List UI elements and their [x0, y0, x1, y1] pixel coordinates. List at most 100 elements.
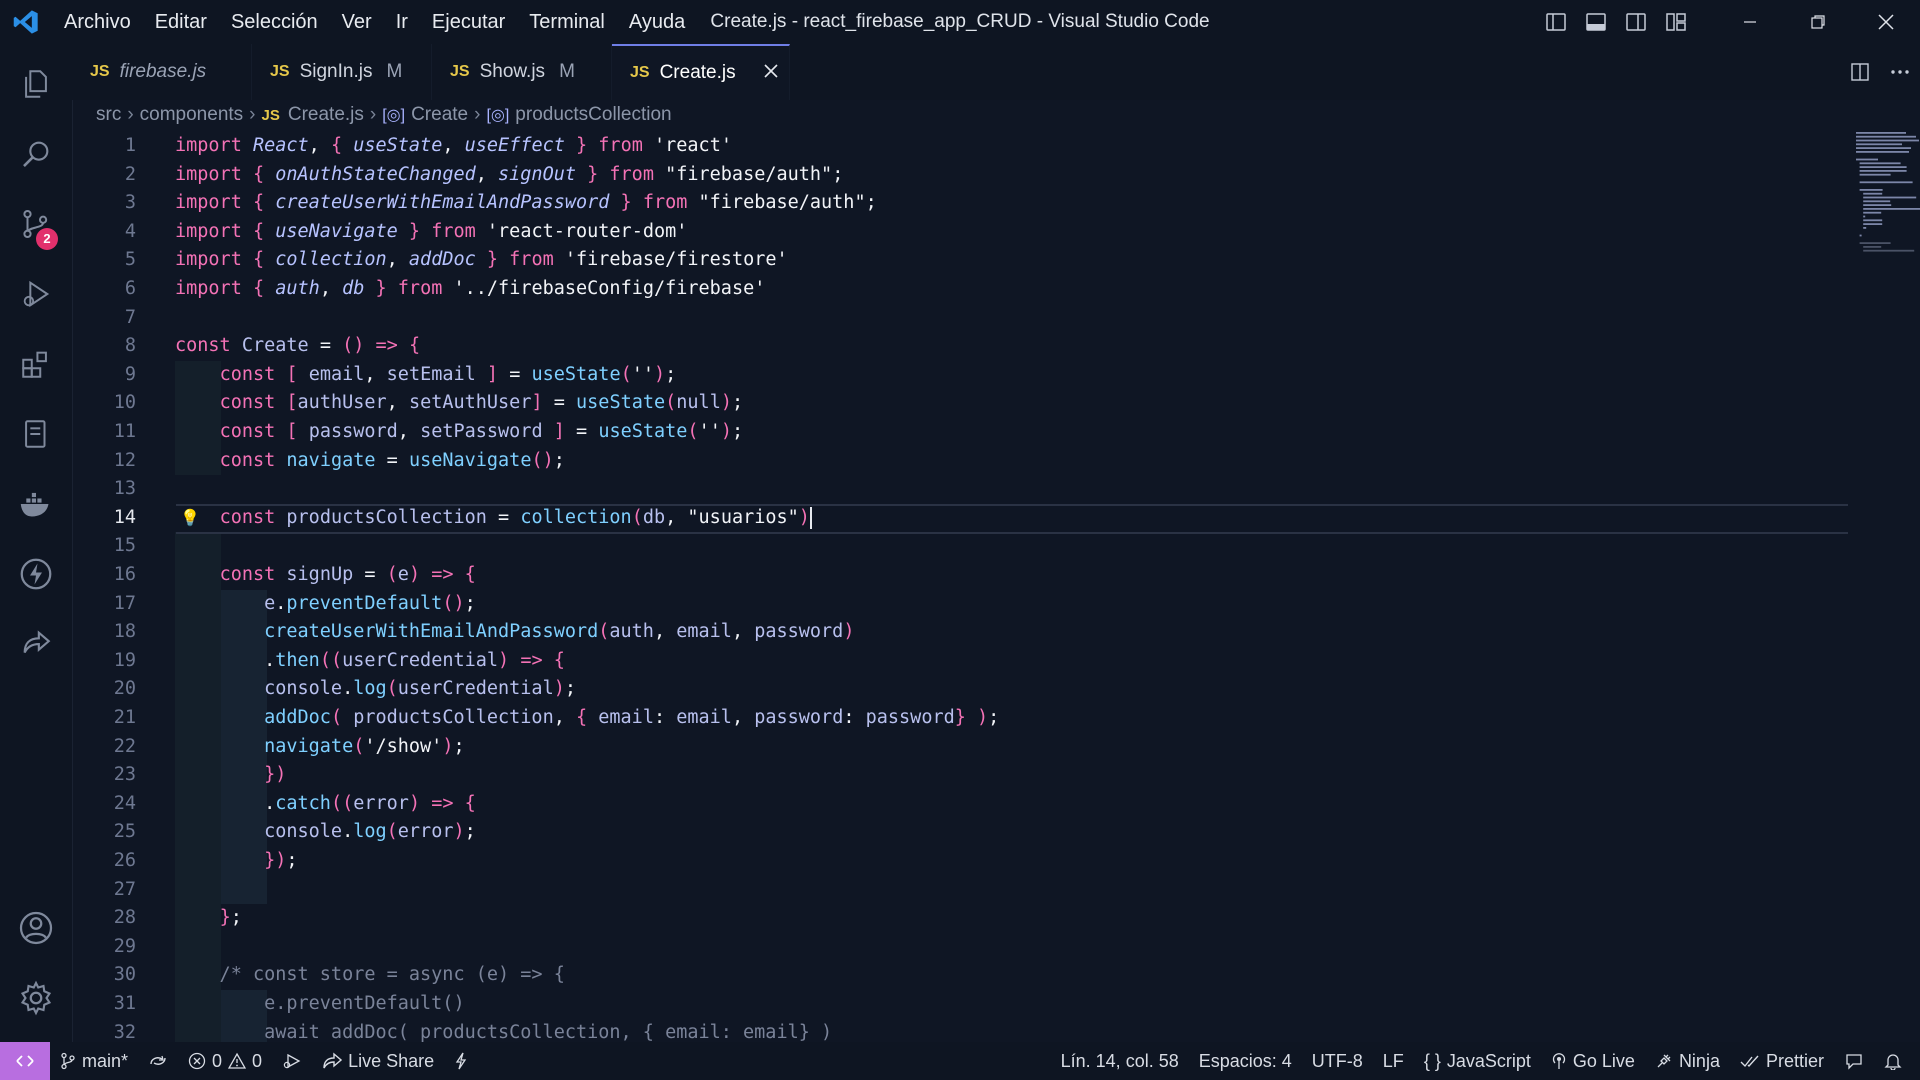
prettier-button[interactable]: Prettier: [1730, 1051, 1834, 1072]
branch-status[interactable]: main*: [50, 1051, 138, 1072]
sync-icon[interactable]: [138, 1053, 178, 1069]
code-line[interactable]: 26 });: [72, 847, 1848, 876]
minimap-line: [1859, 162, 1901, 165]
tab-show-js[interactable]: JS Show.js M: [432, 44, 612, 100]
customize-layout-icon[interactable]: [1656, 0, 1696, 44]
code-line[interactable]: 17 e.preventDefault();: [72, 590, 1848, 619]
restore-icon[interactable]: [1784, 0, 1852, 44]
menu-ver[interactable]: Ver: [330, 0, 384, 44]
code-line[interactable]: 30 /* const store = async (e) => {: [72, 961, 1848, 990]
breadcrumb-products-collection[interactable]: productsCollection: [515, 104, 671, 126]
tab-create-js[interactable]: JS Create.js: [612, 44, 790, 100]
code-line[interactable]: 6 import { auth, db } from '../firebaseCo…: [72, 275, 1848, 304]
extensions-icon[interactable]: [0, 332, 72, 396]
remote-explorer-icon[interactable]: [0, 402, 72, 466]
menu-ir[interactable]: Ir: [384, 0, 420, 44]
menu-seleccion[interactable]: Selección: [219, 0, 330, 44]
explorer-icon[interactable]: [0, 52, 72, 116]
line-code: const signUp = (e) => {: [219, 564, 476, 585]
problems-status[interactable]: 0 0: [178, 1051, 272, 1072]
code-line[interactable]: 20 console.log(userCredential);: [72, 675, 1848, 704]
code-line[interactable]: 11 const [ password, setPassword ] = use…: [72, 418, 1848, 447]
breadcrumb-src[interactable]: src: [96, 104, 121, 126]
code-line[interactable]: 8 const Create = () => {: [72, 332, 1848, 361]
breadcrumb-file[interactable]: Create.js: [288, 104, 364, 126]
code-line[interactable]: 7: [72, 304, 1848, 333]
code-line[interactable]: 9 const [ email, setEmail ] = useState('…: [72, 361, 1848, 390]
manage-gear-icon[interactable]: [0, 966, 72, 1030]
code-line[interactable]: 31 e.preventDefault(): [72, 990, 1848, 1019]
vscode-logo-icon[interactable]: [0, 0, 52, 44]
toggle-panel-icon[interactable]: [1576, 0, 1616, 44]
code-line[interactable]: 28 };: [72, 904, 1848, 933]
notifications-bell-icon[interactable]: [1874, 1052, 1920, 1070]
search-icon[interactable]: [0, 122, 72, 186]
minimize-icon[interactable]: [1716, 0, 1784, 44]
lightning-status-icon[interactable]: [444, 1052, 478, 1070]
live-share-activity-icon[interactable]: [0, 612, 72, 676]
split-editor-icon[interactable]: [1840, 62, 1880, 82]
code-line[interactable]: 12 const navigate = useNavigate();: [72, 447, 1848, 476]
feedback-icon[interactable]: [1834, 1052, 1874, 1070]
thunder-client-icon[interactable]: [0, 542, 72, 606]
code-line[interactable]: 13: [72, 475, 1848, 504]
go-live-button[interactable]: Go Live: [1541, 1051, 1645, 1072]
code-line[interactable]: 29: [72, 933, 1848, 962]
chevron-right-icon: ›: [474, 104, 481, 125]
toggle-secondary-sidebar-icon[interactable]: [1616, 0, 1656, 44]
accounts-icon[interactable]: [0, 896, 72, 960]
breadcrumb-create[interactable]: Create: [411, 104, 468, 126]
debug-status-icon[interactable]: [272, 1052, 312, 1070]
broadcast-icon: [1552, 1053, 1566, 1069]
code-line[interactable]: 3 import { createUserWithEmailAndPassword…: [72, 189, 1848, 218]
code-line[interactable]: 14 const productsCollection = collection…: [72, 504, 1848, 533]
code-line[interactable]: 23 }): [72, 761, 1848, 790]
menu-ayuda[interactable]: Ayuda: [617, 0, 697, 44]
ninja-button[interactable]: Ninja: [1645, 1051, 1730, 1072]
tab-firebase-js[interactable]: JS firebase.js: [72, 44, 252, 100]
code-editor[interactable]: 1 import React, { useState, useEffect } f…: [72, 130, 1920, 1042]
remote-indicator-icon[interactable]: [0, 1042, 50, 1080]
code-line[interactable]: 15: [72, 532, 1848, 561]
toggle-primary-sidebar-icon[interactable]: [1536, 0, 1576, 44]
indentation[interactable]: Espacios: 4: [1189, 1051, 1302, 1072]
code-line[interactable]: 25 console.log(error);: [72, 818, 1848, 847]
docker-icon[interactable]: [0, 472, 72, 536]
code-line[interactable]: 4 import { useNavigate } from 'react-rout…: [72, 218, 1848, 247]
menu-ejecutar[interactable]: Ejecutar: [420, 0, 517, 44]
close-tab-icon[interactable]: [764, 62, 778, 84]
line-code: const [ email, setEmail ] = useState('')…: [219, 363, 677, 385]
language-mode[interactable]: { } JavaScript: [1414, 1051, 1541, 1072]
code-line[interactable]: 32 await addDoc( productsCollection, { e…: [72, 1019, 1848, 1042]
code-line[interactable]: 19 .then((userCredential) => {: [72, 647, 1848, 676]
lightbulb-icon[interactable]: 💡: [180, 504, 200, 533]
cursor-position[interactable]: Lín. 14, col. 58: [1051, 1051, 1189, 1072]
minimap[interactable]: [1854, 130, 1920, 330]
tab-signin-js[interactable]: JS SignIn.js M: [252, 44, 432, 100]
end-of-line[interactable]: LF: [1373, 1051, 1414, 1072]
code-line[interactable]: 2 import { onAuthStateChanged, signOut } …: [72, 161, 1848, 190]
code-line[interactable]: 24 .catch((error) => {: [72, 790, 1848, 819]
live-share-icon: [323, 1052, 343, 1069]
code-line[interactable]: 21 addDoc( productsCollection, { email: …: [72, 704, 1848, 733]
minimap-line: [1859, 181, 1913, 184]
live-share-status[interactable]: Live Share: [312, 1051, 444, 1072]
minimap-line: [1863, 208, 1920, 210]
menu-editar[interactable]: Editar: [143, 0, 219, 44]
menu-terminal[interactable]: Terminal: [517, 0, 617, 44]
code-line[interactable]: 1 import React, { useState, useEffect } f…: [72, 132, 1848, 161]
code-line[interactable]: 5 import { collection, addDoc } from 'fir…: [72, 246, 1848, 275]
encoding[interactable]: UTF-8: [1302, 1051, 1373, 1072]
breadcrumb-components[interactable]: components: [140, 104, 244, 126]
more-actions-icon[interactable]: [1880, 69, 1920, 75]
code-line[interactable]: 27: [72, 876, 1848, 905]
code-line[interactable]: 18 createUserWithEmailAndPassword(auth, …: [72, 618, 1848, 647]
code-line[interactable]: 22 navigate('/show');: [72, 733, 1848, 762]
code-line[interactable]: 10 const [authUser, setAuthUser] = useSt…: [72, 389, 1848, 418]
close-window-icon[interactable]: [1852, 0, 1920, 44]
menu-archivo[interactable]: Archivo: [52, 0, 143, 44]
run-debug-icon[interactable]: [0, 262, 72, 326]
line-code: const navigate = useNavigate();: [219, 449, 565, 471]
code-line[interactable]: 16 const signUp = (e) => {: [72, 561, 1848, 590]
source-control-icon[interactable]: 2: [0, 192, 72, 256]
